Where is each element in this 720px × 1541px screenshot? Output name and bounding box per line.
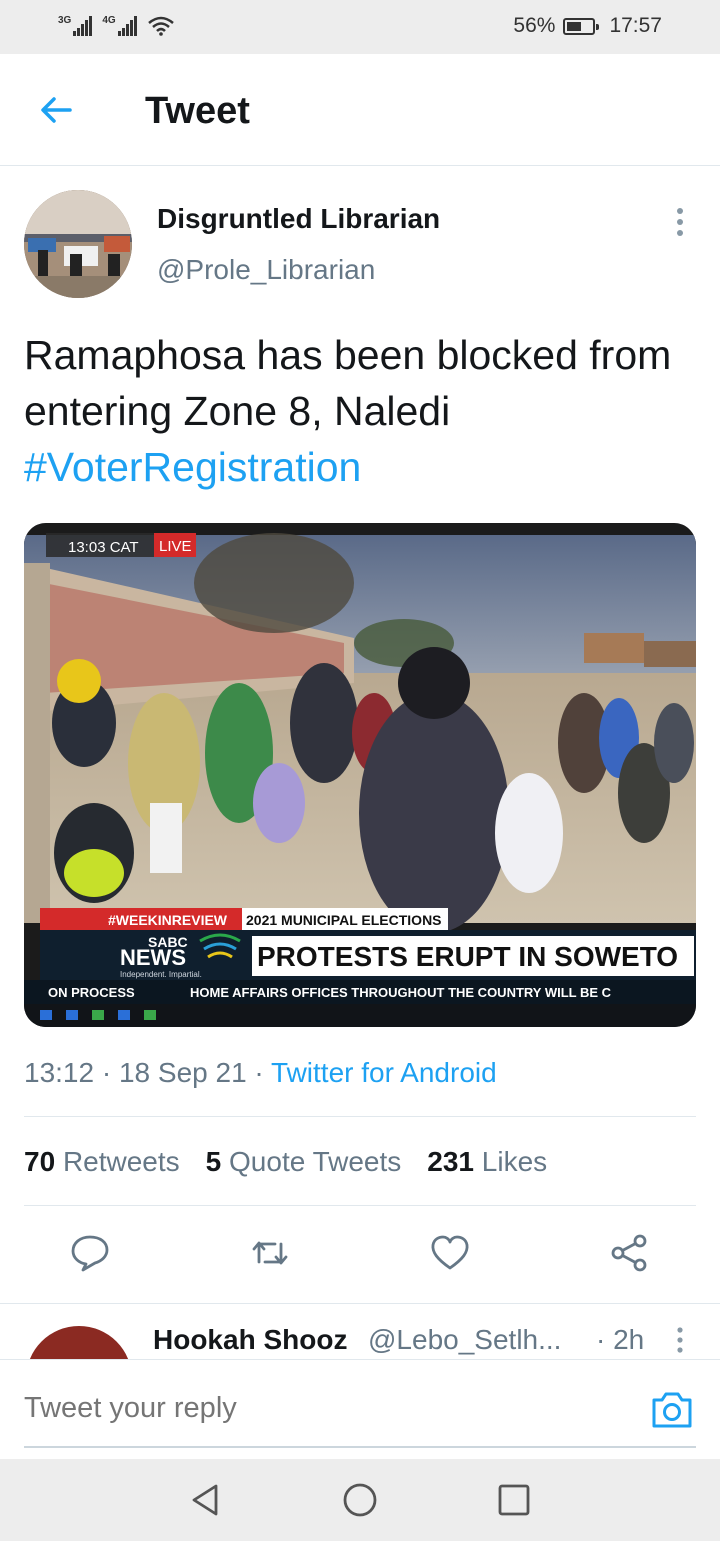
nav-back-icon[interactable] <box>188 1482 224 1518</box>
reply-preview[interactable]: Hookah Shooz @Lebo_Setlh... · 2h <box>0 1303 720 1359</box>
sabc-logo-bottom: NEWS <box>120 945 186 970</box>
share-icon[interactable] <box>609 1232 651 1274</box>
author-handle[interactable]: @Prole_Librarian <box>157 254 375 286</box>
vertical-dots-icon[interactable] <box>666 206 694 238</box>
reply-composer <box>0 1359 720 1459</box>
battery-icon <box>563 17 600 35</box>
divider <box>24 1116 696 1117</box>
status-bar: 3G 4G 56% 17:57 <box>0 0 720 54</box>
likes-stat[interactable]: 231 Likes <box>427 1146 547 1178</box>
news-broadcast-photo: 13:03 CAT LIVE #WEEKINREVIEW 2021 MUNICI… <box>24 523 696 1027</box>
ticker-text: HOME AFFAIRS OFFICES THROUGHOUT THE COUN… <box>190 985 612 1000</box>
retweet-icon[interactable] <box>249 1232 291 1274</box>
tweet-date: 18 Sep 21 <box>118 1057 247 1088</box>
broadcast-tag-1: #WEEKINREVIEW <box>108 912 228 928</box>
status-right: 56% 17:57 <box>513 14 662 38</box>
broadcast-headline: PROTESTS ERUPT IN SOWETO <box>257 941 678 972</box>
signal-icon-1: 3G <box>58 15 93 36</box>
live-badge: LIVE <box>159 538 192 555</box>
quote-tweets-stat[interactable]: 5 Quote Tweets <box>206 1146 402 1178</box>
signal-indicators: 3G 4G <box>58 14 175 36</box>
author-name[interactable]: Disgruntled Librarian <box>157 203 440 235</box>
system-nav-bar <box>0 1459 720 1541</box>
reply-input-underline <box>24 1446 696 1448</box>
tweet-body: Ramaphosa has been blocked from entering… <box>24 332 672 434</box>
reply-author-handle: @Lebo_Setlh... <box>368 1324 562 1355</box>
retweets-stat[interactable]: 70 Retweets <box>24 1146 180 1178</box>
page-title: Tweet <box>145 90 250 132</box>
network-type-1: 3G <box>58 15 72 26</box>
ticker-left: ON PROCESS <box>48 985 135 1000</box>
battery-percent: 56% <box>513 14 556 37</box>
arrow-left-icon[interactable] <box>36 90 76 130</box>
vertical-dots-icon[interactable] <box>668 1326 692 1354</box>
wifi-icon <box>147 16 174 36</box>
comment-icon[interactable] <box>69 1232 111 1274</box>
author-avatar[interactable] <box>24 190 132 298</box>
broadcast-time: 13:03 CAT <box>68 539 139 556</box>
nav-recents-icon[interactable] <box>496 1482 532 1518</box>
tweet-source-link[interactable]: Twitter for Android <box>271 1057 497 1088</box>
tweet-time: 13:12 <box>24 1057 95 1088</box>
signal-icon-2: 4G <box>102 15 137 36</box>
tweet-meta: 13:12 · 18 Sep 21 · Twitter for Android <box>24 1057 497 1088</box>
clock: 17:57 <box>609 14 662 37</box>
network-type-2: 4G <box>102 15 116 26</box>
app-header: Tweet <box>0 54 720 166</box>
sabc-tagline: Independent. Impartial. <box>120 970 202 979</box>
tweet-text: Ramaphosa has been blocked from entering… <box>24 327 704 495</box>
tweet-stats: 70 Retweets 5 Quote Tweets 231 Likes <box>24 1146 547 1178</box>
camera-icon[interactable] <box>650 1390 694 1430</box>
broadcast-tag-2: 2021 MUNICIPAL ELECTIONS <box>246 912 442 928</box>
reply-time: · 2h <box>596 1324 645 1355</box>
reply-avatar[interactable] <box>26 1326 132 1359</box>
heart-icon[interactable] <box>429 1232 471 1274</box>
nav-home-icon[interactable] <box>342 1482 378 1518</box>
reply-input[interactable] <box>24 1392 624 1425</box>
hashtag-link[interactable]: #VoterRegistration <box>24 439 704 495</box>
tweet-media-image[interactable]: 13:03 CAT LIVE #WEEKINREVIEW 2021 MUNICI… <box>24 523 696 1027</box>
reply-author-name[interactable]: Hookah Shooz <box>153 1324 347 1356</box>
tweet-actions <box>0 1206 720 1302</box>
